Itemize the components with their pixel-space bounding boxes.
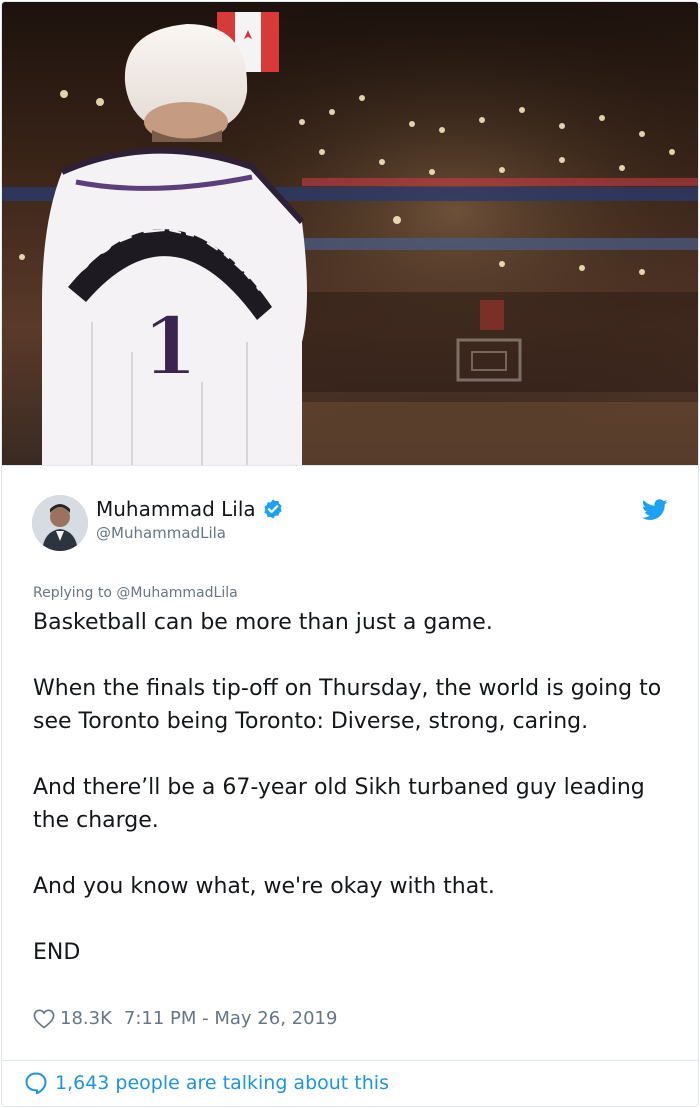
author-avatar[interactable] bbox=[32, 495, 88, 551]
verified-badge-icon bbox=[262, 498, 284, 520]
twitter-bird-icon[interactable] bbox=[641, 499, 668, 521]
like-count[interactable]: 18.3K bbox=[60, 1008, 112, 1029]
conversation-link[interactable]: 1,643 people are talking about this bbox=[24, 1071, 389, 1095]
jersey-number: 1 bbox=[142, 299, 198, 393]
tweet-meta: 18.3K 7:11 PM - May 26, 2019 bbox=[33, 1008, 337, 1029]
author-name-row[interactable]: Muhammad Lila bbox=[96, 497, 284, 521]
conversation-count-text[interactable]: 1,643 people are talking about this bbox=[55, 1072, 389, 1094]
avatar-photo bbox=[32, 495, 88, 551]
tweet-paragraph: And you know what, we're okay with that. bbox=[33, 874, 495, 899]
tweet-paragraph: When the finals tip-off on Thursday, the… bbox=[33, 676, 662, 734]
super-fan-arena-photo: SUPER FAN 1 bbox=[2, 2, 698, 465]
author-name[interactable]: Muhammad Lila bbox=[96, 497, 256, 521]
tweet-paragraph: And there’ll be a 67-year old Sikh turba… bbox=[33, 775, 645, 833]
tweet-timestamp[interactable]: 7:11 PM - May 26, 2019 bbox=[124, 1008, 338, 1029]
tweet-photo[interactable]: SUPER FAN 1 bbox=[2, 2, 698, 466]
embedded-tweet-card: SUPER FAN 1 Muhammad Lila @MuhammadLila … bbox=[1, 1, 699, 1107]
tweet-paragraph: Basketball can be more than just a game. bbox=[33, 610, 493, 635]
footer-divider bbox=[2, 1060, 698, 1061]
author-handle[interactable]: @MuhammadLila bbox=[96, 524, 226, 542]
tweet-text: Basketball can be more than just a game.… bbox=[33, 606, 673, 969]
tweet-paragraph: END bbox=[33, 940, 81, 965]
reply-context[interactable]: Replying to @MuhammadLila bbox=[33, 585, 238, 601]
speech-bubble-icon bbox=[24, 1071, 48, 1095]
heart-icon[interactable] bbox=[33, 1009, 55, 1029]
